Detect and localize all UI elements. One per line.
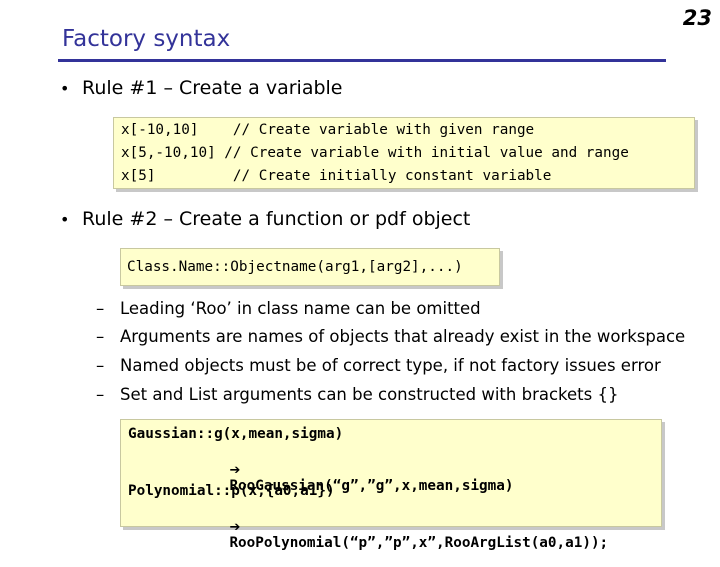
arrow-right-icon: ➔ [229, 520, 241, 535]
code-line: x[-10,10] // Create variable with given … [121, 122, 535, 138]
bullet-glyph: • [60, 210, 70, 229]
slide-title: Factory syntax [62, 26, 231, 52]
rule-2-code-box: Class.Name::Objectname(arg1,[arg2],...) [120, 248, 500, 286]
dash-glyph: – [96, 327, 105, 346]
code-line: x[5] // Create initially constant variab… [121, 168, 552, 184]
example-2-factory: Polynomial::p(x,{a0,a1}) [128, 483, 335, 499]
rule-1-bullet: • Rule #1 – Create a variable [60, 77, 343, 99]
sub-bullet: – Set and List arguments can be construc… [96, 385, 618, 404]
example-2-expansion: ➔ RooPolynomial(“p”,”p”,x”,RooArgList(a0… [195, 503, 608, 567]
code-line: Class.Name::Objectname(arg1,[arg2],...) [127, 259, 463, 275]
title-underline [58, 59, 666, 62]
rule-2-bullet: • Rule #2 – Create a function or pdf obj… [60, 208, 470, 230]
dash-glyph: – [96, 356, 105, 375]
examples-code-box: Gaussian::g(x,mean,sigma) ➔ RooGaussian(… [120, 419, 662, 551]
arrow-right-icon: ➔ [229, 463, 241, 478]
sub-bullet: – Arguments are names of objects that al… [96, 327, 685, 346]
page-number: 23 [682, 6, 712, 30]
bullet-glyph: • [60, 79, 70, 98]
dash-glyph: – [96, 299, 105, 318]
sub-bullet-text: Set and List arguments can be constructe… [120, 385, 619, 404]
rule-1-text: Rule #1 – Create a variable [82, 77, 343, 99]
example-1-expansion: ➔ RooGaussian(“g”,”g”,x,mean,sigma) [195, 446, 513, 510]
sub-bullet-text: Named objects must be of correct type, i… [120, 356, 661, 375]
rule-2-text: Rule #2 – Create a function or pdf objec… [82, 208, 471, 230]
rule-1-code-box: x[-10,10] // Create variable with given … [113, 117, 695, 189]
code-line: x[5,-10,10] // Create variable with init… [121, 145, 629, 161]
sub-bullet-text: Leading ‘Roo’ in class name can be omitt… [120, 299, 481, 318]
example-2-expansion-text: RooPolynomial(“p”,”p”,x”,RooArgList(a0,a… [229, 535, 609, 551]
sub-bullet: – Leading ‘Roo’ in class name can be omi… [96, 299, 481, 318]
dash-glyph: – [96, 385, 105, 404]
sub-bullet: – Named objects must be of correct type,… [96, 356, 661, 375]
sub-bullet-text: Arguments are names of objects that alre… [120, 327, 686, 346]
example-1-factory: Gaussian::g(x,mean,sigma) [128, 426, 344, 442]
